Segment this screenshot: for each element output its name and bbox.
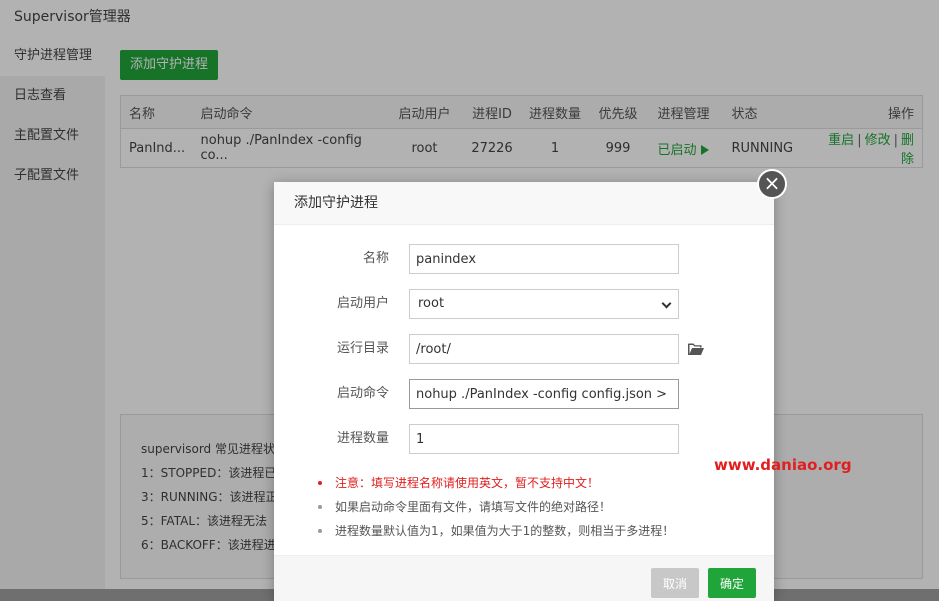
- note-item: 如果启动命令里面有文件，请填写文件的绝对路径！: [318, 495, 674, 519]
- confirm-button[interactable]: 确定: [708, 568, 756, 598]
- command-row: 启动命令: [274, 379, 774, 409]
- add-daemon-dialog: 添加守护进程 名称 启动用户 root 运行目录 启动命令 进程数量 注意：填写…: [274, 182, 774, 601]
- count-row: 进程数量: [274, 424, 774, 454]
- dir-label: 运行目录: [336, 341, 389, 356]
- chevron-down-icon: [661, 298, 672, 309]
- command-label: 启动命令: [336, 386, 389, 401]
- folder-open-icon[interactable]: [688, 342, 704, 356]
- user-select[interactable]: root: [409, 289, 679, 319]
- dialog-title: 添加守护进程: [274, 182, 774, 225]
- dir-input[interactable]: [409, 334, 679, 364]
- command-input[interactable]: [409, 379, 679, 409]
- notes-list: 注意：填写进程名称请使用英文，暂不支持中文！ 如果启动命令里面有文件，请填写文件…: [318, 471, 674, 543]
- name-input[interactable]: [409, 244, 679, 274]
- name-row: 名称: [274, 244, 774, 274]
- note-item: 进程数量默认值为1，如果值为大于1的整数，则相当于多进程！: [318, 519, 674, 543]
- dir-row: 运行目录: [274, 334, 774, 364]
- watermark: www.daniao.org: [714, 456, 852, 474]
- dialog-footer: 取消 确定: [274, 555, 774, 601]
- count-label: 进程数量: [336, 431, 389, 446]
- count-input[interactable]: [409, 424, 679, 454]
- cancel-button[interactable]: 取消: [651, 568, 699, 598]
- close-icon[interactable]: ×: [757, 169, 787, 199]
- user-row: 启动用户 root: [274, 289, 774, 319]
- user-label: 启动用户: [336, 296, 389, 311]
- note-item: 注意：填写进程名称请使用英文，暂不支持中文！: [318, 471, 674, 495]
- user-select-value: root: [418, 296, 445, 311]
- name-label: 名称: [362, 251, 389, 266]
